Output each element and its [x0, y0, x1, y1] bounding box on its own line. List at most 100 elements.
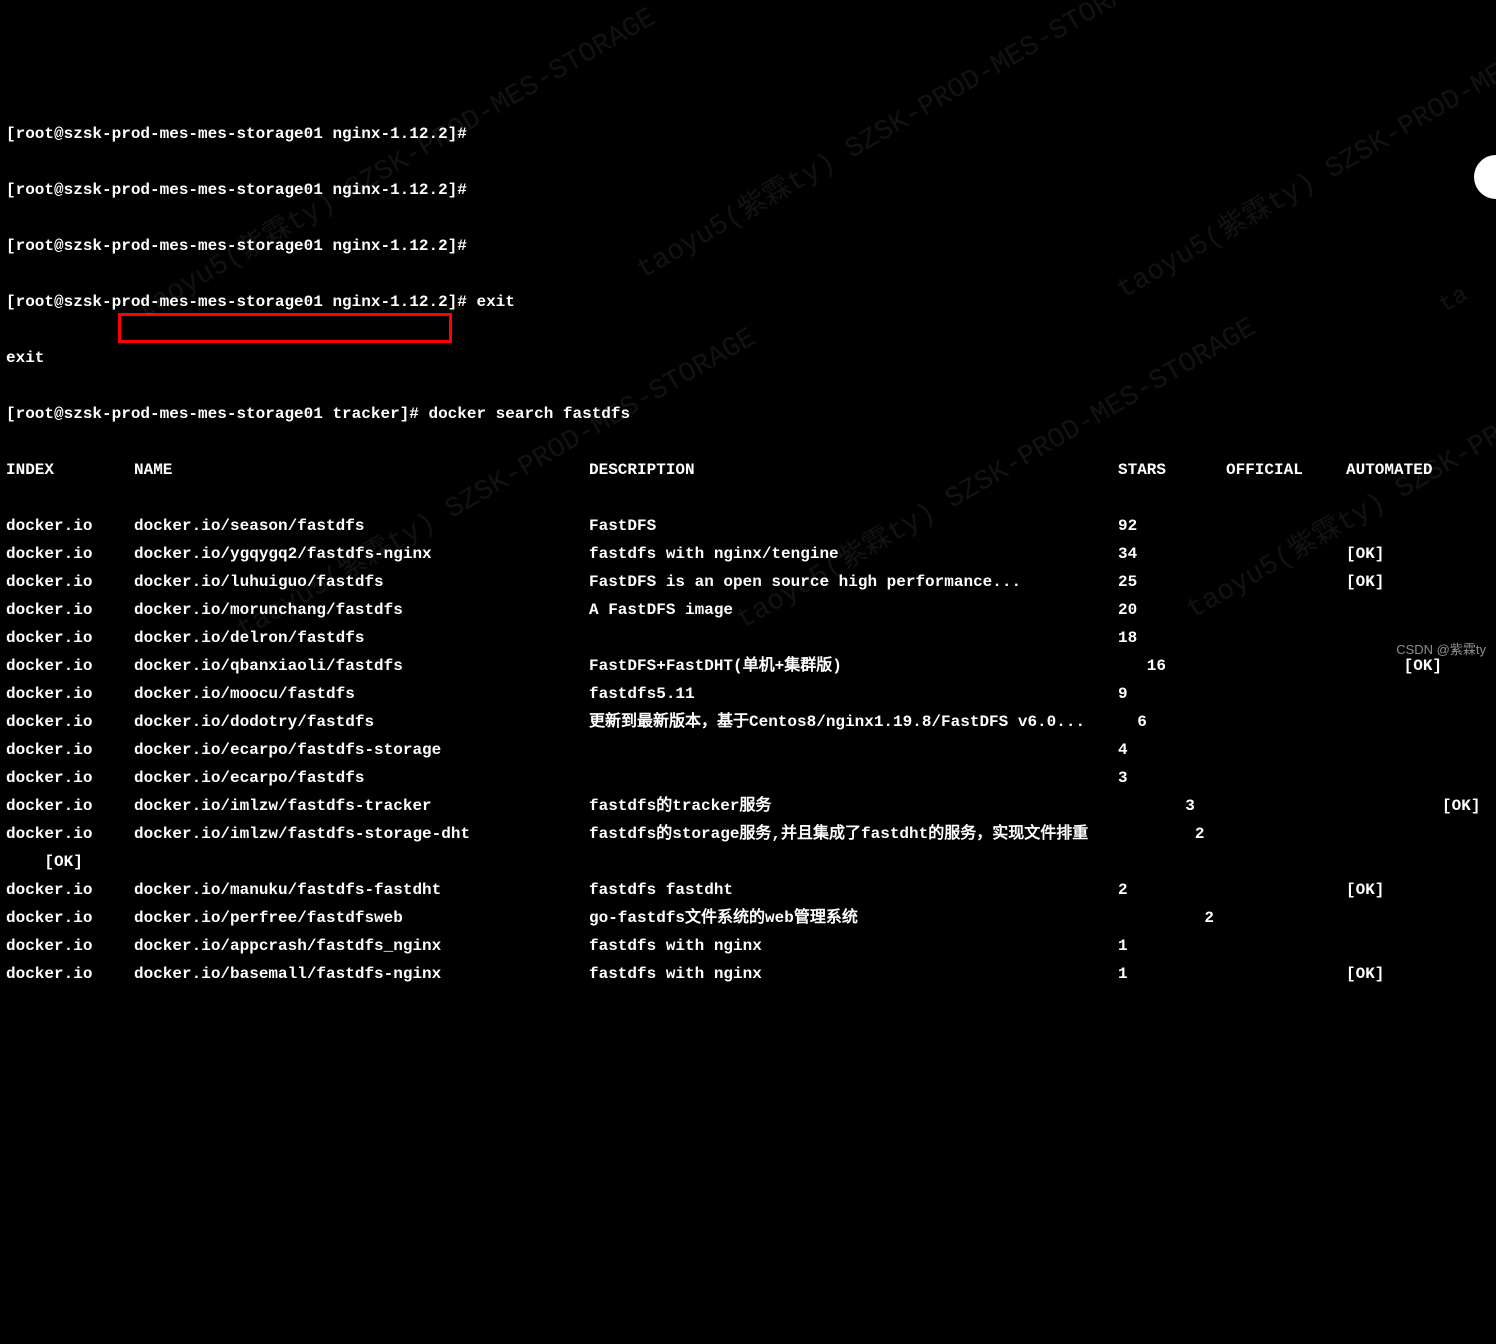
table-row: docker.iodocker.io/perfree/fastdfswebgo-… — [6, 904, 1490, 932]
cell-index: docker.io — [6, 820, 134, 848]
cell-stars: 16 — [1118, 652, 1226, 680]
table-row: docker.iodocker.io/delron/fastdfs 18 — [6, 624, 1490, 652]
header-stars: STARS — [1118, 456, 1226, 484]
shell-prompt: [root@szsk-prod-mes-mes-storage01 nginx-… — [6, 176, 1490, 204]
cell-description: 更新到最新版本，基于Centos8/nginx1.19.8/FastDFS v6… — [589, 708, 1118, 736]
cell-name: docker.io/perfree/fastdfsweb — [134, 904, 589, 932]
cell-name: docker.io/appcrash/fastdfs_nginx — [134, 932, 589, 960]
cell-name: docker.io/imlzw/fastdfs-storage-dht — [134, 820, 589, 848]
cell-index: docker.io — [6, 932, 134, 960]
cell-name: docker.io/ecarpo/fastdfs-storage — [134, 736, 589, 764]
table-row: docker.iodocker.io/dodotry/fastdfs更新到最新版… — [6, 708, 1490, 736]
cell-name: docker.io/delron/fastdfs — [134, 624, 589, 652]
cell-description: FastDFS is an open source high performan… — [589, 568, 1118, 596]
cell-name: docker.io/luhuiguo/fastdfs — [134, 568, 589, 596]
cell-index: docker.io — [6, 540, 134, 568]
header-name: NAME — [134, 456, 589, 484]
shell-prompt: [root@szsk-prod-mes-mes-storage01 nginx-… — [6, 288, 1490, 316]
cell-index: [OK] — [6, 848, 134, 876]
cell-name: docker.io/qbanxiaoli/fastdfs — [134, 652, 589, 680]
cell-description: fastdfs with nginx — [589, 932, 1118, 960]
cell-stars: 3 — [1118, 764, 1226, 792]
cell-index: docker.io — [6, 764, 134, 792]
cell-stars: 1 — [1118, 960, 1226, 988]
cell-name: docker.io/basemall/fastdfs-nginx — [134, 960, 589, 988]
cell-description: FastDFS+FastDHT(单机+集群版) — [589, 652, 1118, 680]
cell-name: docker.io/ygqygq2/fastdfs-nginx — [134, 540, 589, 568]
cell-description: fastdfs fastdht — [589, 876, 1118, 904]
cell-stars: 25 — [1118, 568, 1226, 596]
exit-output: exit — [6, 344, 1490, 372]
cell-stars: 2 — [1118, 904, 1226, 932]
cell-index: docker.io — [6, 568, 134, 596]
table-row: docker.iodocker.io/imlzw/fastdfs-tracker… — [6, 792, 1490, 820]
cell-name: docker.io/dodotry/fastdfs — [134, 708, 589, 736]
header-official: OFFICIAL — [1226, 456, 1346, 484]
table-row: docker.iodocker.io/luhuiguo/fastdfsFastD… — [6, 568, 1490, 596]
cell-index: docker.io — [6, 680, 134, 708]
cell-name: docker.io/season/fastdfs — [134, 512, 589, 540]
cell-stars: 1 — [1118, 932, 1226, 960]
cell-index: docker.io — [6, 736, 134, 764]
cell-automated: [OK] — [1346, 792, 1480, 820]
cell-name: docker.io/imlzw/fastdfs-tracker — [134, 792, 589, 820]
csdn-attribution: CSDN @紫霖ty — [1396, 639, 1486, 662]
cell-description: fastdfs的tracker服务 — [589, 792, 1118, 820]
cell-index: docker.io — [6, 876, 134, 904]
watermark-text: taoyu5(紫霖ty) SZSK-PROD-MES-STORAGE — [1108, 0, 1496, 314]
cell-description: FastDFS — [589, 512, 1118, 540]
table-row: docker.iodocker.io/ecarpo/fastdfs 3 — [6, 764, 1490, 792]
table-row: [OK] — [6, 848, 1490, 876]
cell-name: docker.io/moocu/fastdfs — [134, 680, 589, 708]
table-row: docker.iodocker.io/ecarpo/fastdfs-storag… — [6, 736, 1490, 764]
docker-search-command: [root@szsk-prod-mes-mes-storage01 tracke… — [6, 400, 1490, 428]
table-row: docker.iodocker.io/ygqygq2/fastdfs-nginx… — [6, 540, 1490, 568]
cell-stars: 6 — [1118, 708, 1226, 736]
cell-stars: 2 — [1118, 876, 1226, 904]
table-row: docker.iodocker.io/appcrash/fastdfs_ngin… — [6, 932, 1490, 960]
shell-prompt: [root@szsk-prod-mes-mes-storage01 nginx-… — [6, 120, 1490, 148]
cell-stars: 92 — [1118, 512, 1226, 540]
cell-description: A FastDFS image — [589, 596, 1118, 624]
table-row: docker.iodocker.io/imlzw/fastdfs-storage… — [6, 820, 1490, 848]
table-row: docker.iodocker.io/qbanxiaoli/fastdfsFas… — [6, 652, 1490, 680]
cell-stars: 34 — [1118, 540, 1226, 568]
cell-description: fastdfs的storage服务,并且集成了fastdht的服务，实现文件排重 — [589, 820, 1118, 848]
cell-stars: 4 — [1118, 736, 1226, 764]
table-row: docker.iodocker.io/season/fastdfsFastDFS… — [6, 512, 1490, 540]
table-row: docker.iodocker.io/basemall/fastdfs-ngin… — [6, 960, 1490, 988]
settings-button[interactable] — [1474, 155, 1496, 199]
cell-description: go-fastdfs文件系统的web管理系统 — [589, 904, 1118, 932]
cell-automated: [OK] — [1346, 568, 1384, 596]
cell-stars: 3 — [1118, 792, 1226, 820]
table-header: INDEXNAMEDESCRIPTIONSTARSOFFICIALAUTOMAT… — [6, 456, 1490, 484]
gear-icon — [1474, 133, 1496, 221]
cell-index: docker.io — [6, 904, 134, 932]
header-index: INDEX — [6, 456, 134, 484]
cell-stars: 20 — [1118, 596, 1226, 624]
cell-index: docker.io — [6, 708, 134, 736]
cell-description: fastdfs with nginx/tengine — [589, 540, 1118, 568]
table-row: docker.iodocker.io/manuku/fastdfs-fastdh… — [6, 876, 1490, 904]
cell-description: fastdfs with nginx — [589, 960, 1118, 988]
table-row: docker.iodocker.io/moocu/fastdfsfastdfs5… — [6, 680, 1490, 708]
cell-stars: 2 — [1118, 820, 1226, 848]
cell-index: docker.io — [6, 624, 134, 652]
cell-name: docker.io/ecarpo/fastdfs — [134, 764, 589, 792]
cell-stars: 18 — [1118, 624, 1226, 652]
cell-automated: [OK] — [1346, 876, 1384, 904]
header-automated: AUTOMATED — [1346, 456, 1432, 484]
cell-automated: [OK] — [1346, 540, 1384, 568]
cell-index: docker.io — [6, 652, 134, 680]
header-description: DESCRIPTION — [589, 456, 1118, 484]
cell-index: docker.io — [6, 960, 134, 988]
highlight-annotation — [118, 313, 452, 343]
cell-index: docker.io — [6, 512, 134, 540]
cell-index: docker.io — [6, 596, 134, 624]
cell-index: docker.io — [6, 792, 134, 820]
cell-name: docker.io/manuku/fastdfs-fastdht — [134, 876, 589, 904]
table-row: docker.iodocker.io/morunchang/fastdfsA F… — [6, 596, 1490, 624]
watermark-text: taoyu5(紫霖ty) SZSK-PROD-MES-STORAGE — [128, 0, 667, 334]
cell-stars: 9 — [1118, 680, 1226, 708]
cell-name: docker.io/morunchang/fastdfs — [134, 596, 589, 624]
